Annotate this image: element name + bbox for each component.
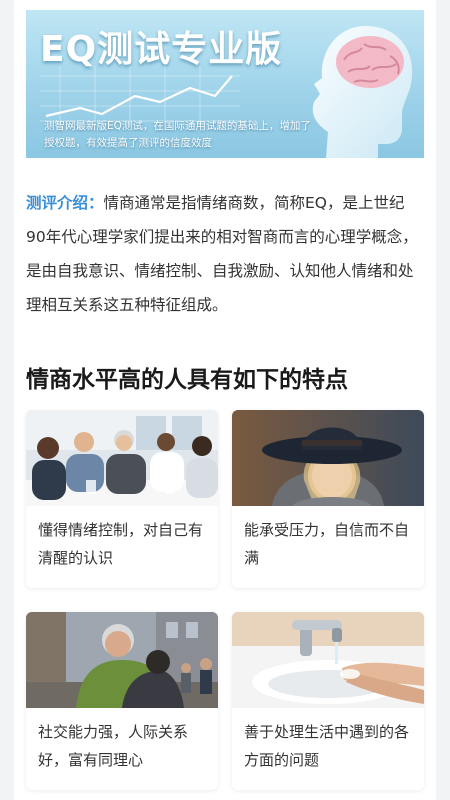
page-container: EQ测试专业版 测智网最新版EQ测试，在国际通用试题的基础上，增加了授权题，有效… <box>14 0 436 800</box>
trait-card-text: 懂得情绪控制，对自己有清醒的认识 <box>38 521 204 567</box>
girl-hat-photo <box>232 410 424 506</box>
trait-card[interactable]: 善于处理生活中遇到的各方面的问题 <box>232 612 424 790</box>
trait-card-text: 社交能力强，人际关系好，富有同理心 <box>38 723 189 769</box>
trait-card[interactable]: 能承受压力，自信而不自满 <box>232 410 424 588</box>
washing-hands-photo <box>232 612 424 708</box>
eq-test-banner[interactable]: EQ测试专业版 测智网最新版EQ测试，在国际通用试题的基础上，增加了授权题，有效… <box>26 10 424 158</box>
intro-text: 情商通常是指情绪商数，简称EQ，是上世纪90年代心理学家们提出来的相对智商而言的… <box>26 194 418 314</box>
trait-card[interactable]: 社交能力强，人际关系好，富有同理心 <box>26 612 218 790</box>
trait-card-text: 善于处理生活中遇到的各方面的问题 <box>244 723 410 769</box>
hug-street-photo <box>26 612 218 708</box>
line-chart-graphic <box>40 66 240 126</box>
section-title: 情商水平高的人具有如下的特点 <box>26 367 348 393</box>
trait-card-text: 能承受压力，自信而不自满 <box>244 521 410 567</box>
banner-description: 测智网最新版EQ测试，在国际通用试题的基础上，增加了授权题，有效提高了测评的信度… <box>44 120 311 149</box>
test-introduction: 测评介绍：情商通常是指情绪商数，简称EQ，是上世纪90年代心理学家们提出来的相对… <box>26 186 424 322</box>
trait-card[interactable]: 懂得情绪控制，对自己有清醒的认识 <box>26 410 218 588</box>
brain-head-icon <box>312 26 413 158</box>
banner-title: EQ测试专业版 <box>40 29 283 70</box>
intro-label: 测评介绍： <box>26 194 104 212</box>
meeting-people-photo <box>26 410 218 506</box>
